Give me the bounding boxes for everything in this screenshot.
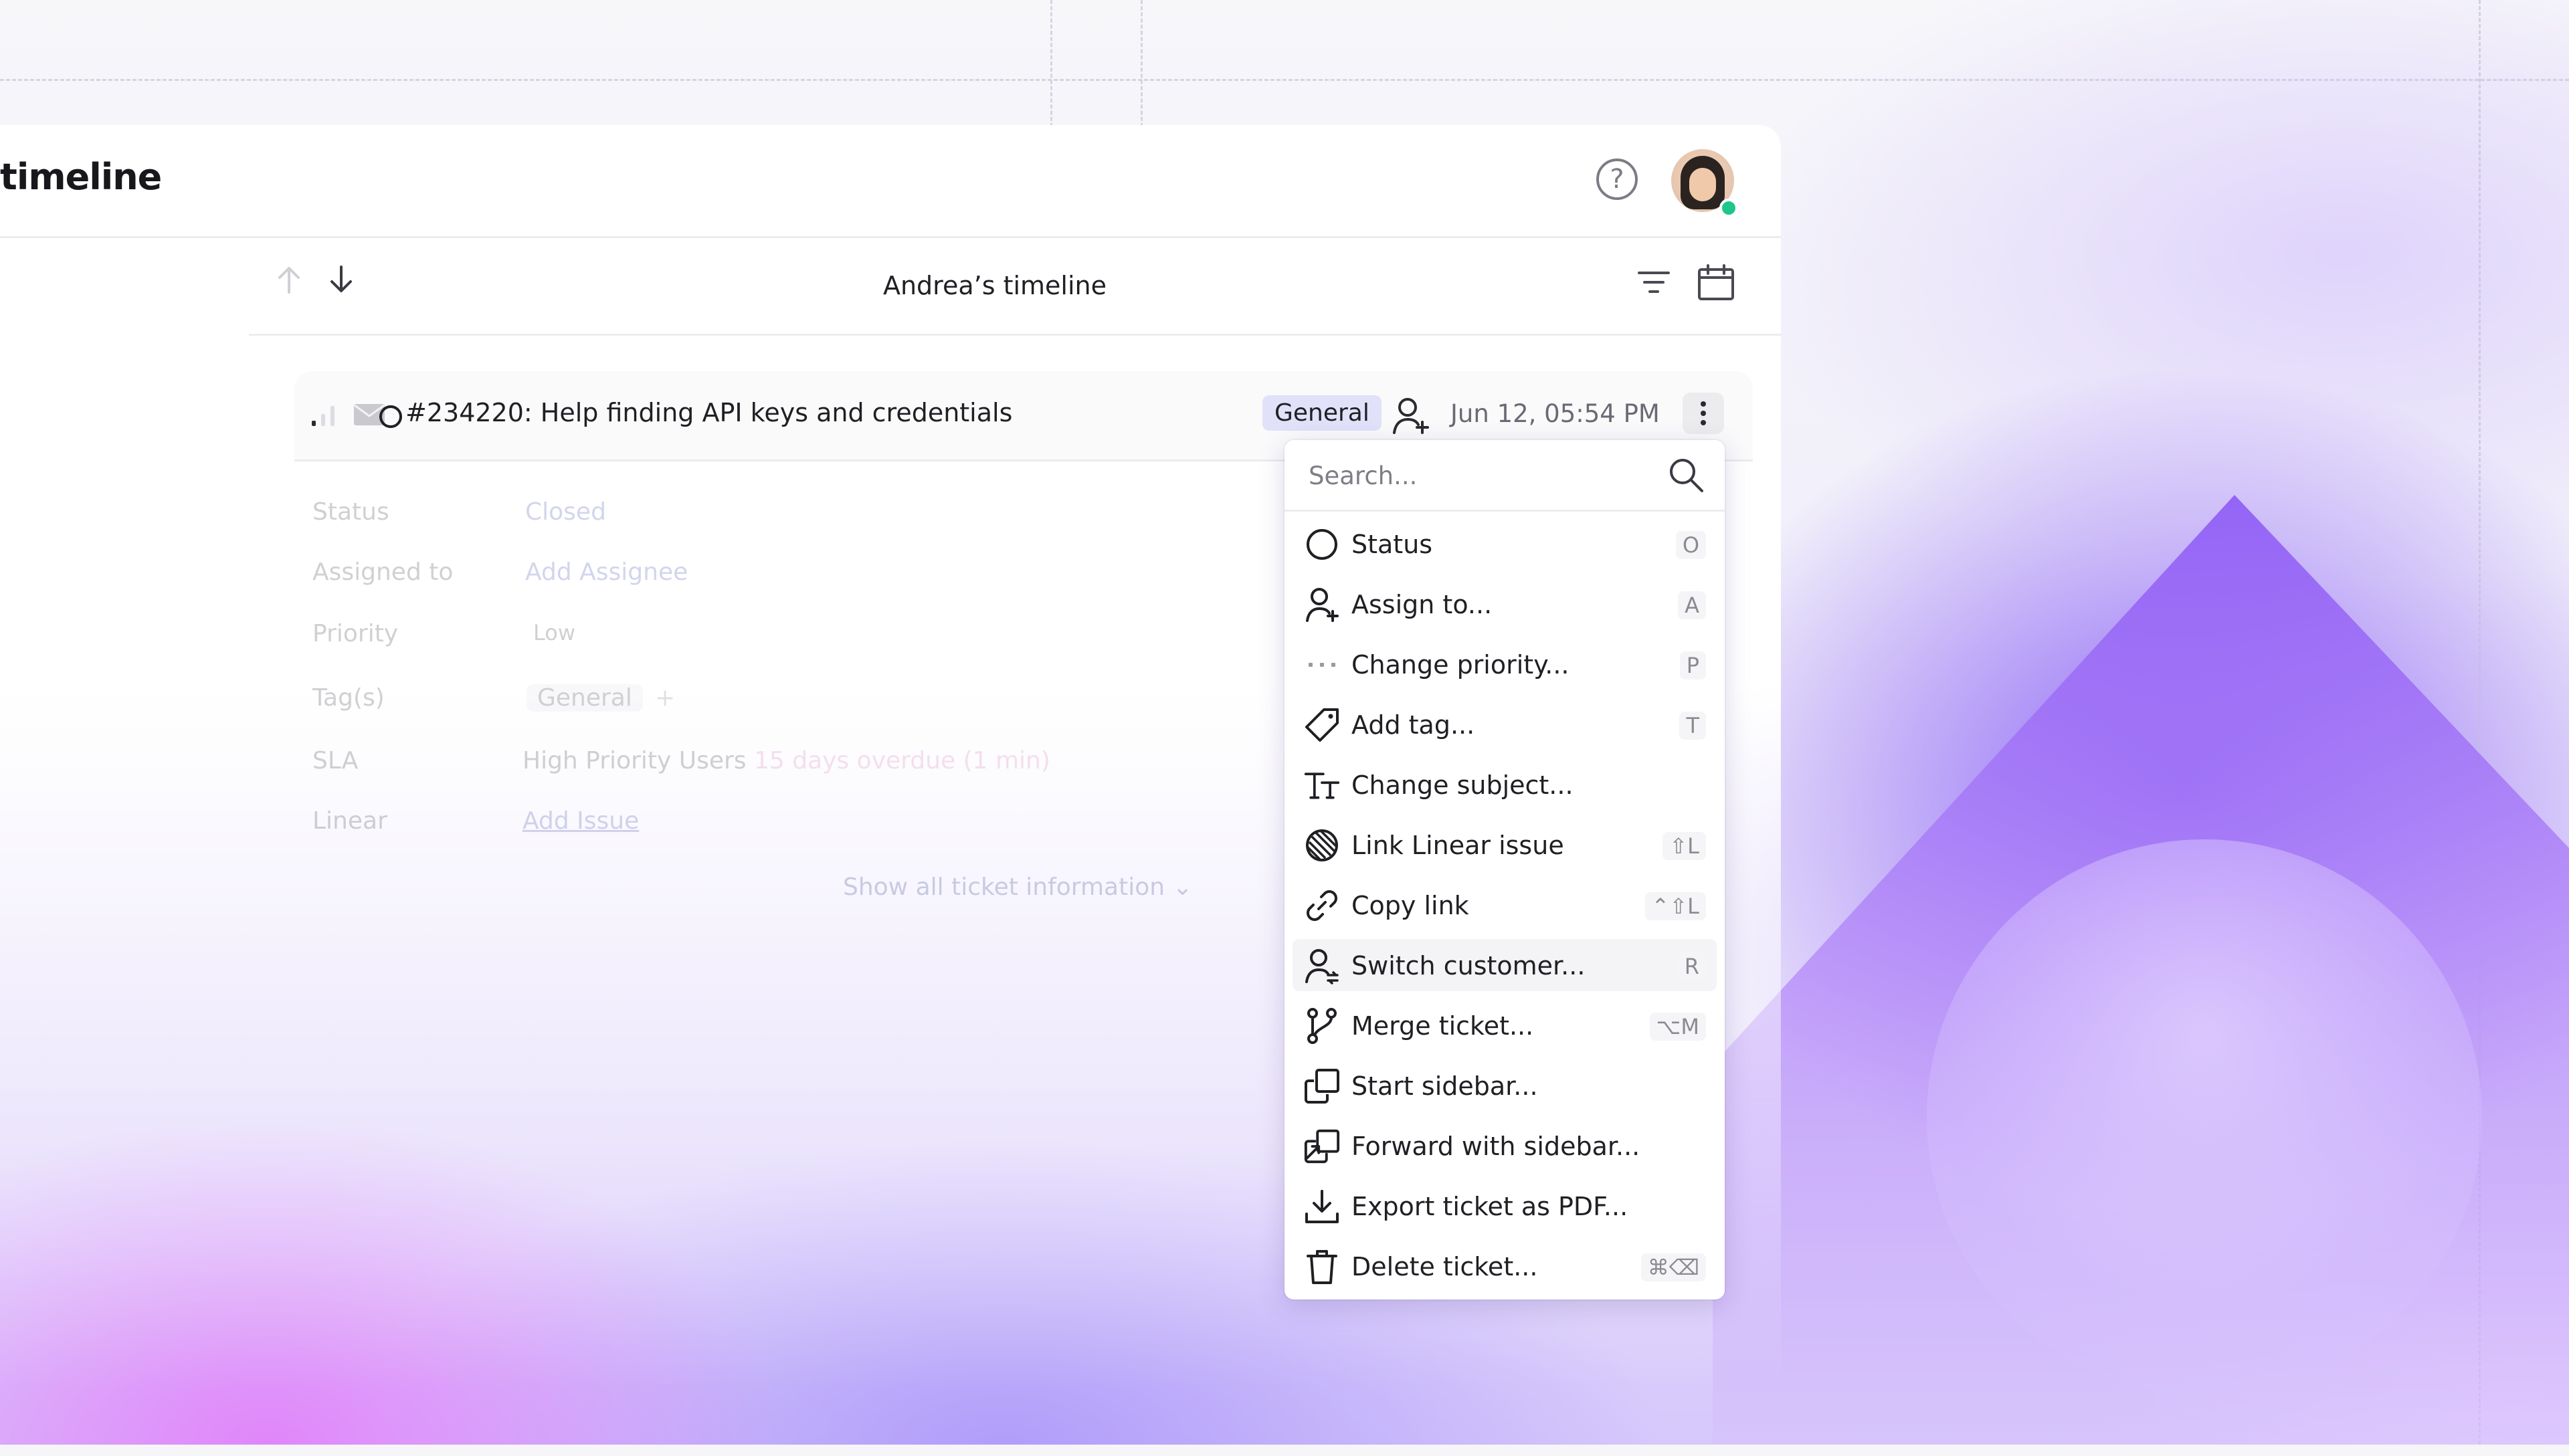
user-switch-icon — [1303, 947, 1341, 984]
timeline-title: Andrea’s timeline — [882, 271, 1107, 300]
more-menu-button[interactable] — [1683, 393, 1724, 434]
dots-icon — [1303, 646, 1341, 684]
priority-low-icon — [310, 401, 341, 427]
ticket-actions-menu: Status O Assign to... A Change priority.… — [1284, 440, 1725, 1299]
menu-item-status[interactable]: Status O — [1293, 518, 1717, 570]
ticket-subject[interactable]: #234220: Help finding API keys and crede… — [405, 398, 1012, 427]
menu-item-switch-customer[interactable]: Switch customer... R — [1293, 939, 1717, 991]
menu-item-assign[interactable]: Assign to... A — [1293, 578, 1717, 630]
search-icon — [1667, 456, 1705, 494]
menu-item-start-sidebar[interactable]: Start sidebar... — [1293, 1059, 1717, 1112]
menu-item-link-linear[interactable]: Link Linear issue ⇧L — [1293, 819, 1717, 871]
ticket-date: Jun 12, 05:54 PM — [1450, 399, 1660, 428]
link-icon — [1303, 887, 1341, 924]
menu-item-add-tag[interactable]: Add tag... T — [1293, 698, 1717, 750]
menu-item-merge[interactable]: Merge ticket... ⌥M — [1293, 999, 1717, 1051]
page-title: timeline — [0, 156, 162, 198]
property-linear: Linear Add Issue — [312, 807, 640, 835]
online-status-dot — [1719, 199, 1738, 217]
linear-icon — [1303, 827, 1341, 864]
trash-icon — [1303, 1248, 1341, 1285]
menu-item-forward-sidebar[interactable]: Forward with sidebar... — [1293, 1120, 1717, 1172]
status-circle-icon — [377, 403, 404, 430]
add-tag-icon[interactable]: + — [655, 684, 675, 712]
question-circle-icon[interactable]: ? — [1596, 159, 1638, 200]
filter-icon[interactable] — [1630, 259, 1677, 306]
download-icon — [1303, 1188, 1341, 1225]
property-assignee: Assigned to Add Assignee — [312, 558, 688, 586]
menu-item-change-subject[interactable]: Change subject... — [1293, 758, 1717, 811]
menu-search-input[interactable] — [1307, 455, 1658, 496]
text-icon — [1303, 766, 1341, 804]
property-sla: SLA High Priority Users 15 days overdue … — [312, 747, 1050, 774]
sidebar-icon — [1303, 1067, 1341, 1105]
decorative-circle — [1927, 839, 2482, 1394]
menu-item-priority[interactable]: Change priority... P — [1293, 638, 1717, 690]
top-bar: timeline ? — [0, 125, 1781, 238]
property-tags: Tag(s) General + — [312, 684, 676, 712]
show-all-link[interactable]: Show all ticket information ⌄ — [843, 873, 1193, 901]
menu-search — [1284, 440, 1725, 512]
ticket-tag[interactable]: General — [1262, 395, 1382, 431]
property-priority: Priority Low — [312, 620, 576, 647]
forward-icon — [1303, 1128, 1341, 1165]
property-status: Status Closed — [312, 498, 606, 526]
tag-icon — [1303, 706, 1341, 744]
user-plus-icon[interactable] — [1392, 395, 1430, 435]
circle-icon — [1303, 526, 1341, 563]
menu-item-export-pdf[interactable]: Export ticket as PDF... — [1293, 1180, 1717, 1232]
calendar-icon[interactable] — [1693, 259, 1739, 306]
menu-item-copy-link[interactable]: Copy link ⌃⇧L — [1293, 879, 1717, 931]
menu-item-delete[interactable]: Delete ticket... ⌘⌫ — [1293, 1240, 1717, 1292]
timeline-toolbar: Andrea’s timeline — [249, 236, 1781, 336]
user-plus-icon — [1303, 586, 1341, 623]
merge-icon — [1303, 1007, 1341, 1045]
